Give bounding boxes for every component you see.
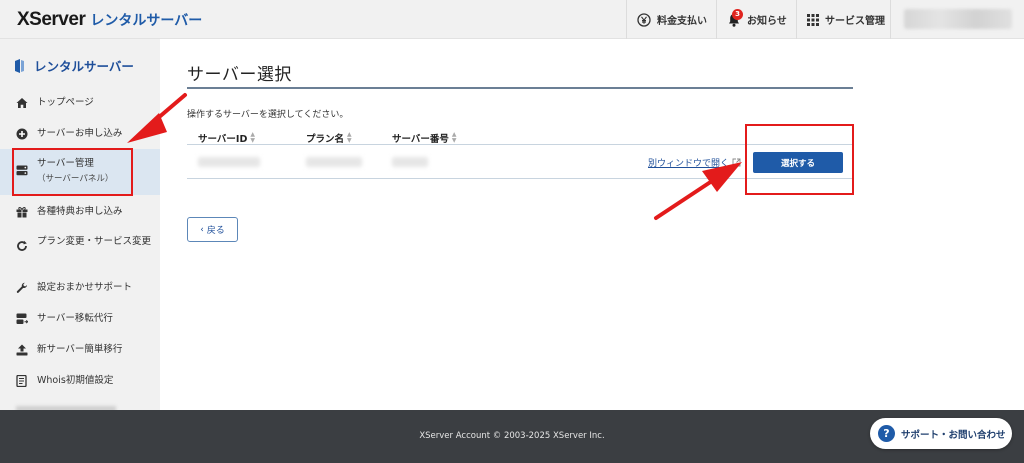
- annotation-arrows: [127, 93, 742, 220]
- support-contact-button[interactable]: ? サポート・お問い合わせ: [870, 418, 1012, 449]
- footer: XServer Account © 2003-2025 XServer Inc.…: [0, 410, 1024, 463]
- arrow-to-select-button: [654, 162, 742, 220]
- support-label: サポート・お問い合わせ: [901, 429, 1006, 441]
- arrow-to-server-management: [127, 93, 187, 143]
- question-icon: ?: [878, 425, 895, 442]
